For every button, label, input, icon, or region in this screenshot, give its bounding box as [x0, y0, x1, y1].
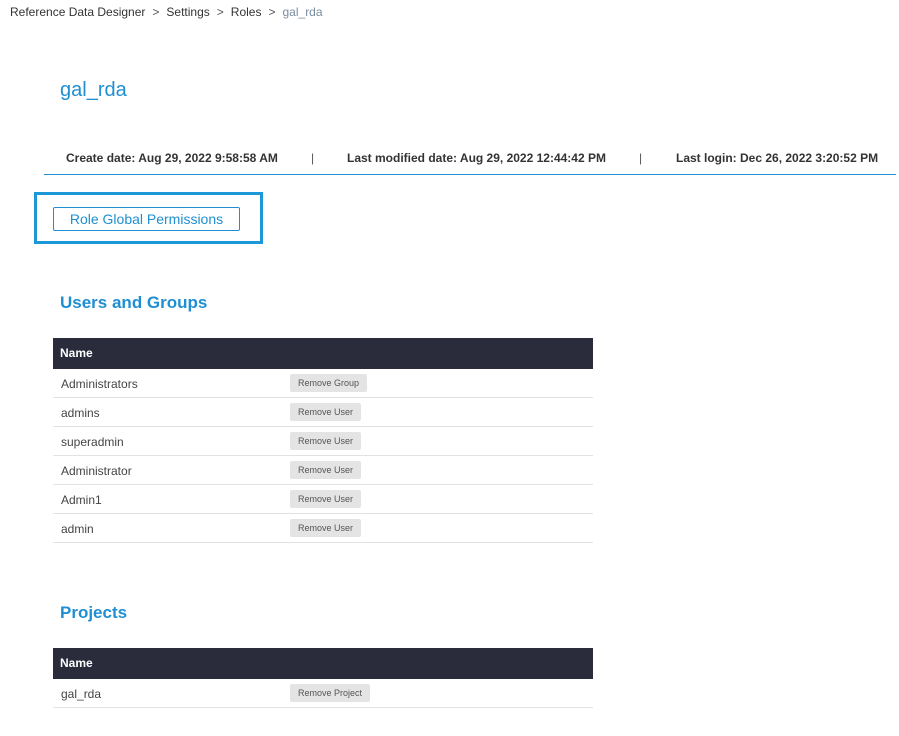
- table-row: admins Remove User: [53, 398, 593, 427]
- row-name: Admin1: [61, 493, 102, 507]
- meta-separator: |: [639, 151, 643, 165]
- table-header-name: Name: [53, 338, 593, 369]
- row-name: admin: [61, 522, 94, 536]
- table-row: Admin1 Remove User: [53, 485, 593, 514]
- row-name: Administrator: [61, 464, 132, 478]
- projects-table: Name gal_rda Remove Project: [53, 648, 593, 708]
- breadcrumb: Reference Data Designer > Settings > Roles > g…: [10, 5, 323, 19]
- remove-user-button[interactable]: Remove User: [290, 403, 362, 421]
- table-row: admin Remove User: [53, 514, 593, 543]
- remove-user-button[interactable]: Remove User: [290, 461, 362, 479]
- last-login: Last login: Dec 26, 2022 3:20:52 PM: [676, 151, 879, 165]
- remove-group-button[interactable]: Remove Group: [290, 374, 368, 392]
- row-name: gal_rda: [61, 687, 102, 701]
- table-row: Administrators Remove Group: [53, 369, 593, 398]
- row-name: Administrators: [61, 377, 138, 391]
- users-groups-table: Name Administrators Remove Group admins …: [53, 338, 593, 543]
- remove-user-button[interactable]: Remove User: [290, 519, 362, 537]
- breadcrumb-separator: >: [216, 5, 224, 19]
- table-header-name: Name: [53, 648, 593, 679]
- row-name: superadmin: [61, 435, 124, 449]
- breadcrumb-roles[interactable]: Roles: [231, 5, 262, 19]
- last-modified-date: Last modified date: Aug 29, 2022 12:44:4…: [347, 151, 606, 165]
- projects-title: Projects: [60, 603, 128, 622]
- role-detail-page: Reference Data Designer > Settings > Roles > g…: [0, 0, 899, 736]
- breadcrumb-reference-data-designer[interactable]: Reference Data Designer: [10, 5, 145, 19]
- role-meta-bar: Create date: Aug 29, 2022 9:58:58 AM | L…: [44, 150, 896, 175]
- row-name: admins: [61, 406, 100, 420]
- breadcrumb-separator: >: [268, 5, 276, 19]
- remove-user-button[interactable]: Remove User: [290, 432, 362, 450]
- table-row: superadmin Remove User: [53, 427, 593, 456]
- create-date: Create date: Aug 29, 2022 9:58:58 AM: [66, 151, 278, 165]
- breadcrumb-settings[interactable]: Settings: [166, 5, 209, 19]
- meta-separator: |: [311, 151, 315, 165]
- breadcrumb-current: gal_rda: [282, 5, 323, 19]
- table-row: gal_rda Remove Project: [53, 679, 593, 708]
- breadcrumb-separator: >: [152, 5, 160, 19]
- users-groups-title: Users and Groups: [60, 293, 208, 312]
- role-global-permissions-button[interactable]: Role Global Permissions: [53, 207, 240, 231]
- page-title: gal_rda: [60, 79, 127, 101]
- table-row: Administrator Remove User: [53, 456, 593, 485]
- remove-project-button[interactable]: Remove Project: [290, 684, 371, 702]
- remove-user-button[interactable]: Remove User: [290, 490, 362, 508]
